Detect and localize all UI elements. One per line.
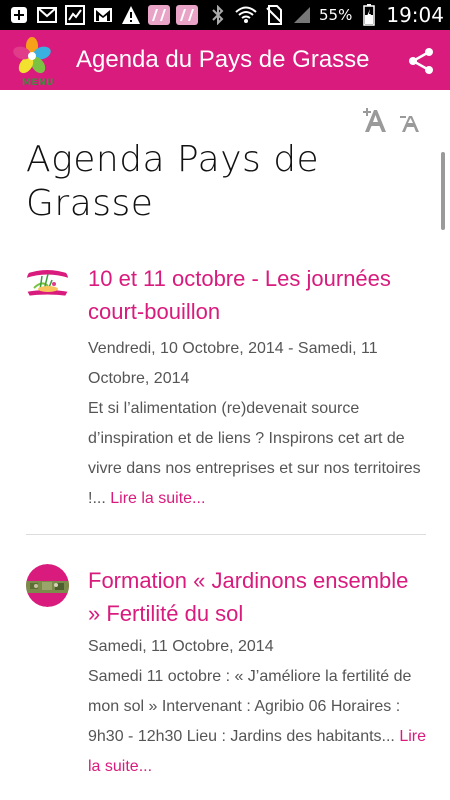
share-icon [409, 48, 433, 74]
chart-icon [64, 4, 86, 26]
font-size-increase-icon [363, 108, 386, 132]
article-thumbnail-image [26, 564, 69, 607]
signal-icon [291, 4, 313, 26]
notification-icons [8, 4, 198, 26]
system-icons: 55% 19:04 [207, 3, 444, 27]
article-thumbnail[interactable] [26, 564, 69, 607]
article-thumbnail-image [26, 262, 69, 305]
scrollbar[interactable] [441, 152, 445, 230]
page-title: Agenda Pays de Grasse [26, 139, 320, 224]
content-area[interactable]: Agenda Pays de Grasse 10 et 11 octobre -… [0, 90, 450, 800]
battery-percent: 55% [319, 6, 353, 24]
app-icon [176, 4, 198, 26]
article-excerpt: Samedi 11 octobre : « J’améliore la fert… [88, 662, 426, 782]
app-bar: MENU Agenda du Pays de Grasse [0, 30, 450, 90]
menu-label: MENU [22, 78, 54, 88]
no-sim-icon [263, 4, 285, 26]
article-body: Formation « Jardinons ensemble » Fertili… [88, 564, 426, 782]
article-title[interactable]: Formation « Jardinons ensemble » Fertili… [88, 564, 426, 630]
share-button[interactable] [406, 46, 436, 76]
status-bar: 55% 19:04 [0, 0, 450, 30]
article-body: 10 et 11 octobre - Les journées court-bo… [88, 262, 426, 514]
read-more-link[interactable]: Lire la suite... [110, 490, 205, 507]
wifi-icon [235, 4, 257, 26]
gmail-icon [92, 4, 114, 26]
add-icon [8, 4, 30, 26]
battery-icon [358, 4, 380, 26]
app-icon [148, 4, 170, 26]
article-excerpt-text: Samedi 11 octobre : « J’améliore la fert… [88, 668, 412, 745]
flower-logo-icon [13, 37, 51, 74]
menu-button[interactable]: MENU [8, 36, 56, 88]
font-size-decrease-button[interactable] [398, 106, 424, 140]
bluetooth-icon [207, 4, 229, 26]
article-title[interactable]: 10 et 11 octobre - Les journées court-bo… [88, 262, 426, 328]
article-date: Samedi, 11 Octobre, 2014 [88, 638, 274, 655]
divider [26, 534, 426, 535]
clock: 19:04 [386, 3, 444, 27]
mail-icon [36, 4, 58, 26]
article-excerpt: Et si l’alimentation (re)devenait source… [88, 394, 426, 514]
font-size-increase-button[interactable] [360, 106, 390, 140]
app-title: Agenda du Pays de Grasse [76, 46, 370, 73]
article-thumbnail[interactable] [26, 262, 69, 305]
article-date: Vendredi, 10 Octobre, 2014 - Samedi, 11 … [88, 340, 378, 387]
font-size-decrease-icon [400, 116, 419, 132]
warning-icon [120, 4, 142, 26]
